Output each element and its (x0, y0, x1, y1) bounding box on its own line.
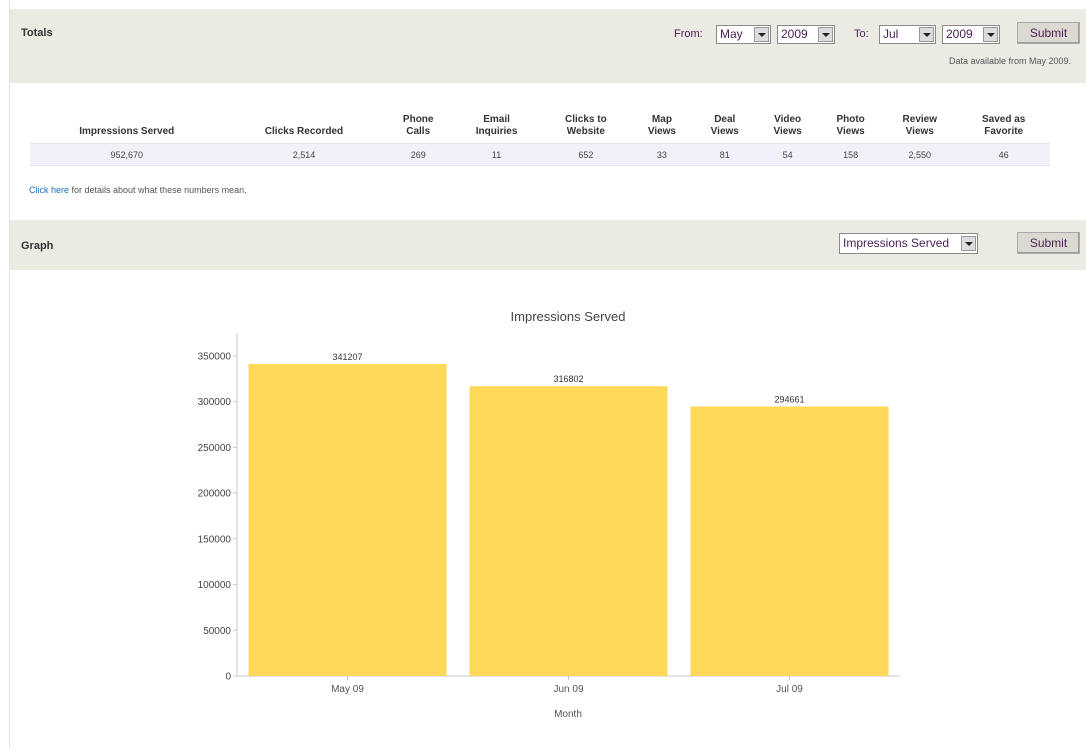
chevron-down-icon (983, 27, 998, 42)
totals-header-row: Impressions Served Clicks Recorded Phone Ca… (30, 108, 1050, 144)
to-label: To: (854, 28, 869, 40)
column-header-line: Deal (714, 114, 736, 125)
column-header-line: Map (651, 114, 672, 125)
column-header-line: Review (902, 114, 937, 125)
column-header-line: Inquiries (475, 126, 518, 137)
column-header-line: Email (483, 114, 510, 125)
totals-value-row: 952,670 2,514 269 11 652 33 81 54 158 2,550 46 (30, 143, 1050, 166)
total-value-cell: 269 (384, 143, 452, 166)
from-label: From: (674, 28, 703, 40)
from-year-value: 2009 (781, 27, 808, 41)
total-value-cell: 2,514 (223, 143, 385, 166)
column-header: Review Views (882, 108, 957, 144)
total-value-cell: 652 (541, 143, 631, 166)
total-value-cell: 46 (957, 143, 1050, 166)
column-header-line: Views (836, 126, 865, 137)
details-link[interactable]: Click here (29, 185, 69, 195)
y-tick-label: 0 (225, 672, 231, 683)
column-header: Email Inquiries (452, 108, 541, 144)
totals-table: Impressions Served Clicks Recorded Phone Ca… (30, 108, 1050, 166)
total-value-cell: 33 (630, 143, 694, 166)
x-tick-label: May 09 (331, 684, 364, 695)
y-tick-label: 300000 (198, 397, 232, 408)
bar-jul-09 (690, 406, 889, 676)
column-header: Phone Calls (384, 108, 452, 144)
to-year-value: 2009 (946, 27, 973, 41)
y-tick-label: 350000 (198, 351, 232, 362)
column-header: Saved as Favorite (957, 108, 1050, 144)
total-value-cell: 2,550 (882, 143, 958, 166)
bar-jun-09 (469, 386, 668, 676)
column-header-line: Views (647, 126, 676, 137)
column-header-line: Views (773, 126, 802, 137)
graph-title: Graph (21, 240, 54, 252)
column-header-line: Clicks Recorded (264, 126, 344, 137)
y-tick-label: 100000 (198, 580, 232, 591)
total-value-cell: 952,670 (30, 143, 224, 166)
column-header: Video Views (756, 108, 819, 144)
from-month-value: May (720, 27, 743, 41)
metric-select-value: Impressions Served (843, 236, 950, 250)
bar-data-label: 316802 (553, 374, 583, 384)
column-header: Impressions Served (30, 108, 224, 144)
totals-submit-button[interactable]: Submit (1017, 22, 1080, 44)
total-value-cell: 54 (756, 143, 820, 166)
column-header-line: Photo (836, 114, 865, 125)
data-availability-note: Data available from May 2009. (949, 56, 1072, 66)
chart-title: Impressions Served (511, 309, 626, 324)
column-header-line: Video (774, 114, 802, 125)
column-header: Map Views (631, 108, 694, 144)
x-tick-label: Jul 09 (776, 684, 803, 695)
column-header-line: Phone (402, 114, 434, 125)
bar-data-label: 294661 (774, 394, 804, 404)
column-header-line: Clicks to (565, 114, 607, 125)
metric-select[interactable]: Impressions Served (839, 233, 978, 254)
y-tick-label: 200000 (198, 489, 232, 500)
chevron-down-icon (818, 27, 833, 42)
totals-header: Totals From: May 2009 To: Jul 2009 Submi… (10, 9, 1086, 83)
column-header: Clicks Recorded (224, 108, 385, 144)
column-header-line: Favorite (984, 126, 1024, 137)
column-header: Photo Views (819, 108, 882, 144)
graph-submit-button[interactable]: Submit (1017, 232, 1080, 254)
bar-data-label: 341207 (332, 352, 362, 362)
x-tick-label: Jun 09 (553, 684, 583, 695)
column-header-line: Saved as (981, 114, 1026, 125)
to-month-select[interactable]: Jul (879, 25, 936, 44)
impressions-bar-chart: Impressions Served 0 50000 100000 150000 2000… (198, 309, 900, 720)
y-tick-label: 250000 (198, 443, 232, 454)
total-value-cell: 81 (693, 143, 757, 166)
graph-header: Graph Impressions Served Submit (10, 220, 1086, 270)
column-header-line: Views (905, 126, 934, 137)
details-text: Click here for details about what these … (29, 185, 247, 195)
column-header-line: Calls (406, 126, 431, 137)
to-year-select[interactable]: 2009 (942, 25, 1000, 44)
y-tick-label: 50000 (203, 626, 231, 637)
column-header-line: Impressions Served (79, 126, 175, 137)
column-header: Clicks to Website (541, 108, 630, 144)
from-month-select[interactable]: May (716, 25, 771, 44)
y-tick-label: 150000 (198, 534, 232, 545)
details-rest-text: for details about what these numbers mea… (69, 185, 247, 195)
from-year-select[interactable]: 2009 (777, 25, 835, 44)
to-month-value: Jul (883, 27, 899, 41)
total-value-cell: 11 (451, 143, 542, 166)
chevron-down-icon (754, 27, 769, 42)
total-value-cell: 158 (819, 143, 883, 166)
column-header-line: Views (710, 126, 739, 137)
chevron-down-icon (919, 27, 934, 42)
chevron-down-icon (961, 236, 976, 251)
x-axis-label: Month (554, 709, 582, 720)
column-header: Deal Views (693, 108, 756, 144)
column-header-line: Website (566, 126, 605, 137)
bar-may-09 (248, 363, 447, 676)
totals-title: Totals (21, 27, 53, 39)
